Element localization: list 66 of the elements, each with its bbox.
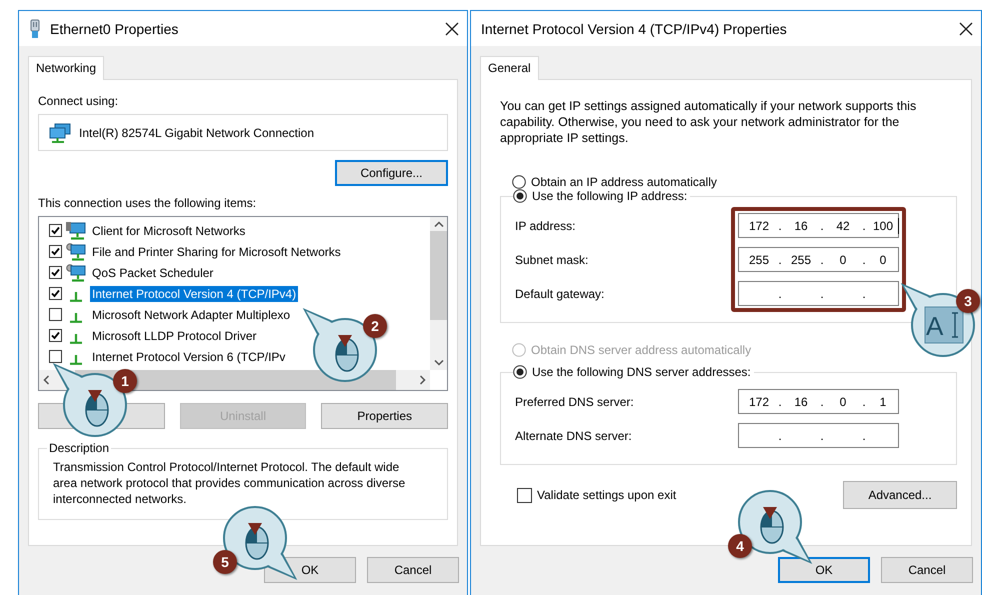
ip-address-field[interactable]: 172 . 16 . 42 . 100 [738,213,899,238]
list-item[interactable]: File and Printer Sharing for Microsoft Networks [90,244,343,260]
network-protocol-icon [69,334,83,344]
ip-address-field[interactable]: 172 . 16 . 0 . 1 [738,389,899,414]
network-protocol-icon [69,354,83,364]
radio-button[interactable] [513,189,527,203]
list-item[interactable]: Microsoft Network Adapter Multiplexo [90,306,292,322]
radio-label[interactable]: Use the following IP address: [532,189,688,203]
checkbox[interactable] [49,308,62,321]
window-title: Ethernet0 Properties [50,20,180,36]
ethernet-plug-icon [29,18,41,38]
checkbox[interactable] [49,329,62,342]
ip-address-field[interactable]: . . . [738,281,899,306]
network-protocol-icon [69,292,83,302]
adapter-name: Intel(R) 82574L Gigabit Network Connection [79,126,314,140]
checkbox[interactable] [49,245,62,258]
description-text: Transmission Control Protocol/Internet Protocol. The default wide area network protocol that provides communication across diverse interconnected networks. [53,459,406,507]
ip-address-field[interactable]: 255 . 255 . 0 . 0 [738,247,899,272]
instructions-text: You can get IP settings assigned automatically if your network supports this capability. Otherwise, you need to ask your network administrator for the appropriate IP settings. [500,98,918,146]
close-icon[interactable] [445,22,459,36]
scroll-up-icon[interactable] [434,221,444,227]
radio-label: Obtain DNS server address automatically [531,343,752,357]
tab[interactable]: Networking [28,56,104,80]
list-item[interactable]: Client for Microsoft Networks [90,222,248,238]
section-label: This connection uses the following items: [38,196,258,210]
checkbox-label[interactable]: Validate settings upon exit [537,488,676,502]
list-item[interactable]: Internet Protocol Version 6 (TCP/IPv [90,348,288,364]
section-label: Connect using: [38,94,120,108]
radio-label[interactable]: Obtain an IP address automatically [531,175,717,189]
ip-address-field[interactable]: . . . [738,423,899,448]
radio-label[interactable]: Use the following DNS server addresses: [532,365,751,379]
list-item[interactable]: QoS Packet Scheduler [90,264,216,280]
checkbox[interactable] [517,488,532,502]
tab[interactable]: General [480,56,539,80]
cancel-button[interactable]: Cancel [881,557,973,583]
network-adapter-icon [49,122,71,142]
ok-button[interactable]: OK [778,557,870,583]
radio-button[interactable] [513,365,527,379]
field-label: Preferred DNS server: [515,394,634,410]
list-item[interactable]: Microsoft LLDP Protocol Driver [90,328,258,344]
network-protocol-icon [69,312,83,322]
field-label: Alternate DNS server: [515,428,633,444]
network-service-icon [66,264,86,282]
group-title: Description [48,441,110,455]
properties-button[interactable]: Properties [321,403,448,429]
callout-icon-letter: A [926,311,944,342]
scroll-right-icon[interactable] [420,375,426,385]
field-label: Subnet mask: [515,252,590,268]
scroll-down-icon[interactable] [434,360,444,366]
checkbox[interactable] [49,266,62,279]
checkbox[interactable] [49,224,62,237]
advanced-button[interactable]: Advanced... [843,481,957,509]
checkbox[interactable] [49,287,62,300]
list-item[interactable]: Internet Protocol Version 4 (TCP/IPv4) [90,286,298,302]
scroll-left-icon[interactable] [43,375,49,385]
network-client-icon [66,222,86,240]
window-title: Internet Protocol Version 4 (TCP/IPv4) Properties [481,20,788,36]
checkbox[interactable] [49,350,62,363]
close-icon[interactable] [959,22,973,36]
configure-button[interactable]: Configure... [335,160,448,186]
network-service-icon [66,242,86,260]
vertical-scrollbar[interactable] [430,217,447,370]
field-label: IP address: [515,218,576,234]
cancel-button[interactable]: Cancel [367,557,459,583]
radio-button[interactable] [512,175,526,189]
field-label: Default gateway: [515,286,604,302]
